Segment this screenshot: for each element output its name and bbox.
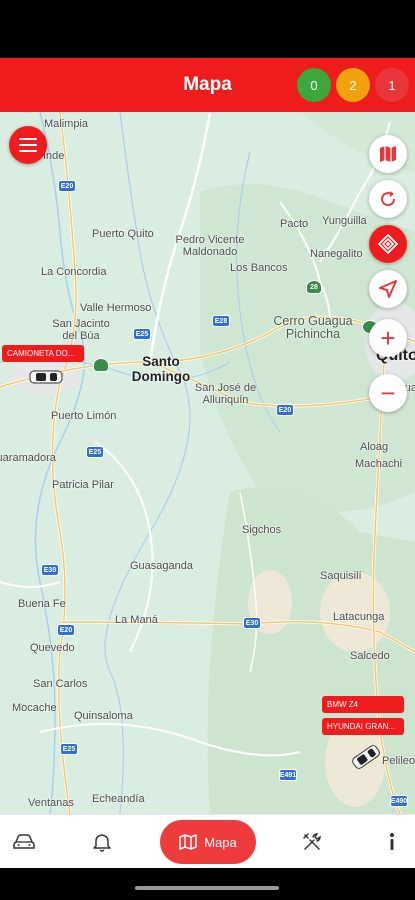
place-label: Pelileo	[382, 755, 415, 767]
online-count-badge[interactable]: 0	[297, 68, 331, 102]
refresh-icon	[381, 191, 396, 207]
place-label: Yunguilla	[322, 215, 367, 227]
place-label: Quevedo	[30, 642, 75, 654]
road-shield: E30	[243, 617, 261, 629]
nav-info[interactable]	[372, 815, 412, 869]
info-icon	[390, 833, 394, 850]
road-shield: E490	[390, 795, 408, 807]
vehicle-label[interactable]: CAMIONETA DO...	[2, 345, 84, 362]
place-label: Ventanas	[28, 797, 74, 809]
gps-target-icon	[377, 233, 399, 255]
navigation-arrow-icon	[379, 280, 397, 298]
road-shield: E491	[279, 769, 297, 781]
place-label: Malimpia	[44, 118, 89, 130]
online-count-value: 0	[310, 77, 318, 93]
place-label: Sigchos	[242, 524, 282, 536]
road-shield: 28	[306, 280, 322, 294]
nav-vehicles[interactable]	[4, 815, 44, 869]
road-shield: E28	[212, 315, 230, 327]
place-label: La Maná	[115, 614, 158, 626]
refresh-button[interactable]	[369, 180, 407, 218]
map-layers-button[interactable]	[369, 135, 407, 173]
road-shield: E20	[57, 624, 75, 636]
home-gesture-bar[interactable]	[135, 886, 279, 890]
place-label: Guasaganda	[130, 560, 193, 572]
place-label: Machachi	[355, 458, 403, 470]
road-shield: E25	[60, 743, 78, 755]
road-shield: E25	[133, 328, 151, 340]
road-shield: E30	[41, 564, 59, 576]
idle-count-value: 2	[349, 77, 357, 93]
vehicle-label[interactable]: HYUNDAI GRAN...	[322, 718, 404, 735]
place-label: La Concordia	[41, 266, 107, 278]
hamburger-icon	[19, 138, 37, 152]
locate-vehicles-button[interactable]	[369, 225, 407, 263]
plus-icon: +	[380, 322, 396, 353]
place-label: San Carlos	[33, 678, 88, 690]
place-label: Puerto Quito	[92, 228, 154, 240]
bottom-navigation: Mapa	[0, 814, 415, 868]
nav-tools[interactable]	[292, 815, 332, 869]
place-label: Cerro Guagua Pichincha	[273, 314, 353, 341]
place-label: San José de Alluriquín	[194, 382, 257, 406]
place-label: Los Bancos	[230, 262, 288, 274]
map-view[interactable]: Malimpia Inde Puerto Quito Pedro Vicente…	[0, 112, 415, 814]
nav-map[interactable]: Mapa	[160, 820, 256, 864]
place-label: Saquisilí	[320, 570, 362, 582]
road-shield: E25	[86, 446, 104, 458]
poi-marker	[93, 358, 109, 372]
map-icon	[179, 834, 197, 850]
place-label-city: Santo Domingo	[131, 354, 191, 384]
place-label: Guaramadora	[0, 452, 56, 464]
place-label: Pedro Vicente Maldonado	[175, 234, 245, 258]
menu-button[interactable]	[9, 126, 47, 164]
place-label: Latacunga	[333, 611, 385, 623]
place-label: Aloag	[360, 441, 389, 453]
minus-icon: −	[380, 377, 396, 408]
vehicle-label[interactable]: BMW Z4	[322, 696, 404, 713]
map-icon	[380, 146, 396, 162]
my-location-button[interactable]	[369, 270, 407, 308]
tools-icon	[303, 833, 321, 850]
zoom-out-button[interactable]: −	[369, 374, 407, 412]
road-shield: E20	[58, 180, 76, 192]
vehicle-marker-icon[interactable]	[28, 368, 64, 386]
system-navigation-area	[0, 868, 415, 900]
place-label: Pacto	[280, 218, 309, 230]
screen: Mapa 0 2 1 Malimpia Inde Puerto Quito Pe…	[0, 0, 415, 900]
idle-count-badge[interactable]: 2	[336, 68, 370, 102]
place-label: Quinsaloma	[74, 710, 133, 722]
place-label: Buena Fe	[18, 598, 66, 610]
place-label: Mocache	[12, 702, 57, 714]
place-label: Valle Hermoso	[80, 302, 152, 314]
offline-count-badge[interactable]: 1	[375, 68, 409, 102]
zoom-in-button[interactable]: +	[369, 319, 407, 357]
place-label: Puerto Limón	[51, 410, 117, 422]
place-label: Inde	[43, 150, 65, 162]
place-label: Echeandía	[92, 793, 145, 805]
place-label: San Jacinto del Búa	[52, 318, 110, 342]
place-label: Nanegalito	[310, 248, 363, 260]
nav-alerts[interactable]	[82, 815, 122, 869]
offline-count-value: 1	[388, 77, 396, 93]
car-icon	[13, 834, 35, 849]
status-bar	[0, 0, 415, 58]
nav-map-label: Mapa	[204, 834, 237, 850]
bell-icon	[93, 834, 111, 852]
place-label: Salcedo	[350, 650, 390, 662]
road-shield: E20	[276, 404, 294, 416]
place-label: Patricia Pilar	[52, 479, 114, 491]
page-title: Mapa	[183, 74, 232, 95]
vehicle-marker-icon[interactable]	[350, 744, 382, 770]
